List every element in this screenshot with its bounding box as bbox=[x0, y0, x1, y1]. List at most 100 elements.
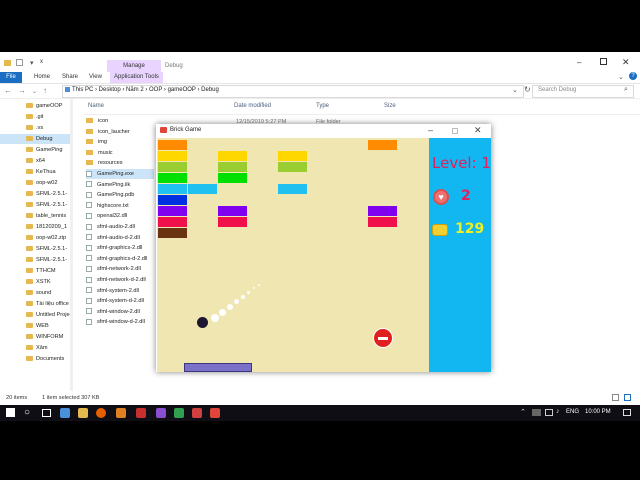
ball-trail bbox=[234, 299, 239, 304]
maximize-icon[interactable] bbox=[600, 58, 607, 65]
tree-item[interactable]: WEB bbox=[0, 321, 70, 331]
tree-item[interactable]: x64 bbox=[0, 156, 70, 166]
file-row[interactable]: sfml-graphics-2.dll bbox=[86, 243, 154, 253]
game-close-icon[interactable]: ✕ bbox=[474, 125, 482, 136]
brick bbox=[188, 184, 217, 194]
ribbon-expand-icon[interactable]: ⌄ bbox=[618, 73, 624, 81]
column-type[interactable]: Type bbox=[316, 103, 329, 109]
file-row[interactable]: sfml-audio-d-2.dll bbox=[86, 233, 154, 243]
game-maximize-icon[interactable] bbox=[452, 128, 458, 134]
visual-studio-app-icon[interactable] bbox=[156, 408, 166, 418]
tray-app-icon[interactable] bbox=[532, 409, 541, 416]
tree-item[interactable]: GamePing bbox=[0, 145, 70, 155]
brick-game-taskbar-icon[interactable] bbox=[210, 408, 220, 418]
file-row[interactable]: sfml-audio-2.dll bbox=[86, 222, 154, 232]
file-row[interactable]: sfml-graphics-d-2.dll bbox=[86, 254, 154, 264]
close-icon[interactable]: ✕ bbox=[622, 57, 630, 68]
game-minimize-icon[interactable]: – bbox=[428, 125, 433, 135]
tab-home[interactable]: Home bbox=[30, 72, 54, 83]
file-row[interactable]: GamePing.exe bbox=[86, 169, 154, 179]
game-playfield[interactable] bbox=[157, 138, 429, 372]
tree-item[interactable]: SFML-2.5.1- bbox=[0, 200, 70, 210]
tree-item-label: sound bbox=[36, 290, 52, 296]
firefox-app-icon[interactable] bbox=[96, 408, 106, 418]
tree-item[interactable]: sound bbox=[0, 288, 70, 298]
paddle[interactable] bbox=[184, 363, 252, 372]
forward-icon[interactable]: → bbox=[18, 86, 26, 95]
tree-item[interactable]: 18120209_1 bbox=[0, 222, 70, 232]
tree-item[interactable]: table_tennis bbox=[0, 211, 70, 221]
tree-item[interactable]: WINFORM bbox=[0, 332, 70, 342]
tree-item[interactable]: Untitled Project bbox=[0, 310, 72, 320]
tree-item[interactable]: .vs bbox=[0, 123, 70, 133]
app-icon[interactable] bbox=[116, 408, 126, 418]
column-size[interactable]: Size bbox=[384, 103, 396, 109]
network-icon[interactable] bbox=[545, 409, 553, 416]
file-icon bbox=[86, 181, 92, 188]
tree-item[interactable]: oop-w02.zip bbox=[0, 233, 70, 243]
file-row[interactable]: sfml-network-2.dll bbox=[86, 264, 154, 274]
file-row[interactable]: GamePing.pdb bbox=[86, 190, 154, 200]
codeblocks-app-icon[interactable] bbox=[174, 408, 184, 418]
navigation-scrollbar[interactable] bbox=[70, 99, 73, 391]
file-row[interactable]: openal32.dll bbox=[86, 211, 154, 221]
file-row[interactable]: sfml-window-d-2.dll bbox=[86, 317, 154, 327]
tree-item[interactable]: XSTK bbox=[0, 277, 70, 287]
tree-item[interactable]: gameOOP bbox=[0, 101, 70, 111]
notifications-icon[interactable] bbox=[623, 409, 631, 416]
tab-share[interactable]: Share bbox=[58, 72, 82, 83]
file-row[interactable]: GamePing.ilk bbox=[86, 180, 154, 190]
tree-item[interactable]: Documents bbox=[0, 354, 70, 364]
file-row[interactable]: img bbox=[86, 137, 154, 147]
tab-file[interactable]: File bbox=[0, 72, 22, 83]
volume-icon[interactable]: ♪ bbox=[556, 408, 560, 415]
manage-context-tab[interactable]: Manage bbox=[107, 60, 161, 72]
properties-icon[interactable] bbox=[16, 59, 23, 66]
file-row[interactable]: icon bbox=[86, 116, 154, 126]
tab-application-tools[interactable]: Application Tools bbox=[110, 72, 163, 83]
tree-item[interactable]: Debug bbox=[0, 134, 70, 144]
tree-item[interactable]: SFML-2.5.1- bbox=[0, 244, 70, 254]
store-app-icon[interactable] bbox=[60, 408, 70, 418]
tree-item[interactable]: KeThua bbox=[0, 167, 70, 177]
up-icon[interactable]: ↑ bbox=[43, 86, 47, 95]
details-view-icon[interactable] bbox=[612, 394, 619, 401]
column-date-modified[interactable]: Date modified bbox=[234, 103, 271, 109]
help-icon[interactable]: ? bbox=[629, 72, 637, 80]
breadcrumb[interactable]: This PC › Desktop › Năm 2 › OOP › gameOO… bbox=[72, 87, 219, 93]
file-row[interactable]: sfml-system-d-2.dll bbox=[86, 296, 154, 306]
refresh-icon[interactable]: ↻ bbox=[524, 85, 531, 94]
clock[interactable]: 10:00 PM bbox=[585, 409, 611, 415]
task-view-icon[interactable] bbox=[42, 409, 51, 417]
file-row[interactable]: music bbox=[86, 148, 154, 158]
start-icon[interactable] bbox=[6, 408, 15, 417]
file-row[interactable]: resources bbox=[86, 158, 154, 168]
address-dropdown-icon[interactable]: ⌄ bbox=[512, 86, 518, 94]
tree-item[interactable]: Xâm bbox=[0, 343, 70, 353]
app-icon[interactable] bbox=[192, 408, 202, 418]
tree-item[interactable]: oop-w02 bbox=[0, 178, 70, 188]
input-language[interactable]: ENG bbox=[566, 409, 579, 415]
brick bbox=[278, 162, 307, 172]
column-name[interactable]: Name bbox=[88, 103, 104, 109]
file-explorer-app-icon[interactable] bbox=[78, 408, 88, 418]
tree-item[interactable]: SFML-2.5.1- bbox=[0, 189, 70, 199]
tab-view[interactable]: View bbox=[85, 72, 106, 83]
tree-item[interactable]: .git bbox=[0, 112, 70, 122]
large-icons-view-icon[interactable] bbox=[624, 394, 631, 401]
tray-expand-icon[interactable]: ⌃ bbox=[520, 408, 526, 416]
quick-access-dropdown-icon[interactable]: ▾ bbox=[30, 59, 34, 67]
search-icon[interactable]: ○ bbox=[24, 407, 30, 418]
file-row[interactable]: sfml-network-d-2.dll bbox=[86, 275, 154, 285]
back-icon[interactable]: ← bbox=[4, 86, 12, 95]
file-row[interactable]: icon_laucher bbox=[86, 127, 154, 137]
tree-item[interactable]: SFML-2.5.1- bbox=[0, 255, 70, 265]
app-icon[interactable] bbox=[136, 408, 146, 418]
file-row[interactable]: highscore.txt bbox=[86, 201, 154, 211]
minimize-icon[interactable]: – bbox=[577, 58, 581, 67]
file-row[interactable]: sfml-window-2.dll bbox=[86, 307, 154, 317]
recent-dropdown-icon[interactable]: ⌄ bbox=[32, 88, 37, 95]
file-row[interactable]: sfml-system-2.dll bbox=[86, 286, 154, 296]
tree-item[interactable]: TTHCM bbox=[0, 266, 70, 276]
tree-item[interactable]: Tài liệu office bbox=[0, 299, 70, 309]
